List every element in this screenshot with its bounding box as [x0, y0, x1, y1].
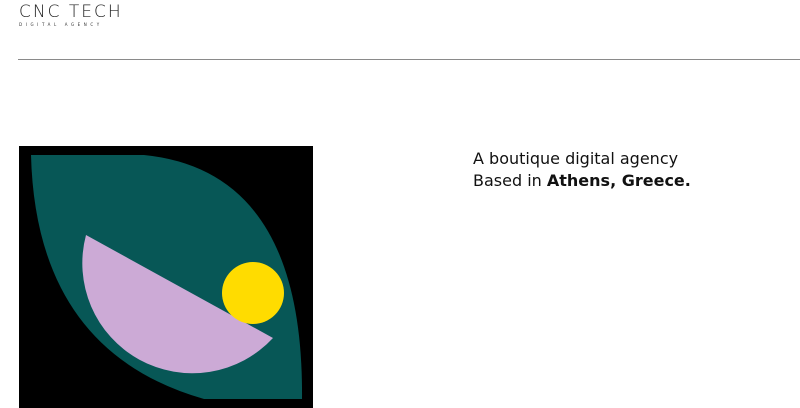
hero-illustration: [19, 146, 313, 408]
tagline-location: Athens, Greece: [546, 171, 685, 190]
tagline-period: .: [684, 171, 691, 190]
logo-tagline: DIGITAL AGENCY: [19, 22, 103, 27]
tagline-prefix: Based in: [473, 171, 547, 190]
logo[interactable]: CNC TECH DIGITAL AGENCY: [19, 2, 189, 34]
logo-wordmark: CNC TECH: [19, 2, 123, 22]
header-divider: [18, 59, 800, 60]
tagline-line-1: A boutique digital agency: [473, 149, 679, 168]
tagline-line-2: Based in Athens, Greece.: [473, 170, 793, 192]
abstract-leaf-illustration: [31, 155, 303, 399]
page: CNC TECH DIGITAL AGENCY A boutique digit…: [0, 0, 800, 408]
yellow-sun-circle: [222, 262, 284, 324]
hero-tagline: A boutique digital agency Based in Athen…: [473, 148, 793, 192]
